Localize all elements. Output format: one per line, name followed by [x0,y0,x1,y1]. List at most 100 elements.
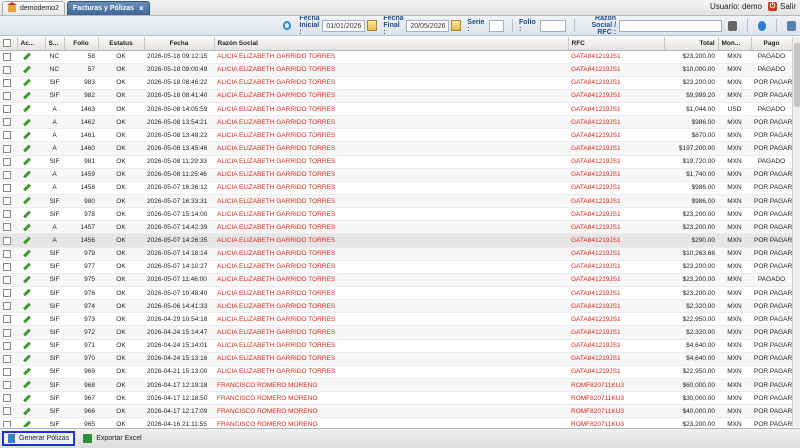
table-row[interactable]: A 1456 OK 2026-05-07 14:26:35 ALICIA ELIZABE… [0,233,792,248]
edit-pencil-icon[interactable] [17,391,45,406]
row-checkbox[interactable] [0,76,17,90]
edit-pencil-icon[interactable] [17,207,45,222]
column-header[interactable]: Ac... [17,37,46,51]
table-row[interactable]: SIF 967 OK 2026-04-17 12:18:50 FRANCISCO ROM… [0,391,792,406]
edit-pencil-icon[interactable] [17,299,45,314]
column-header[interactable]: Razón Social [214,37,569,51]
cell-rfc[interactable]: GATA841219JS1 [568,168,664,182]
cell-razon-social[interactable]: ALICIA ELIZABETH GARRIDO TORRES [214,89,568,104]
table-row[interactable]: SIF 976 OK 2026-05-07 10:48:40 ALICIA ELIZAB… [0,286,792,301]
folio-input[interactable] [540,19,567,32]
cell-rfc[interactable]: GATA841219JS1 [568,128,664,143]
row-checkbox[interactable] [0,273,17,288]
cell-razon-social[interactable]: ALICIA ELIZABETH GARRIDO TORRES [214,339,568,353]
row-checkbox[interactable] [0,247,17,261]
cell-rfc[interactable]: ROMF820711KU3 [568,391,664,406]
cell-rfc[interactable]: GATA841219JS1 [568,286,664,301]
edit-pencil-icon[interactable] [17,76,45,90]
cell-razon-social[interactable]: ALICIA ELIZABETH GARRIDO TORRES [214,115,568,130]
edit-pencil-icon[interactable] [17,378,45,393]
edit-pencil-icon[interactable] [17,115,45,130]
table-row[interactable]: SIF 971 OK 2026-04-24 15:14:01 ALICIA ELIZAB… [0,339,792,353]
cell-rfc[interactable]: GATA841219JS1 [568,352,664,366]
logout-icon[interactable]: ⏻ [767,2,777,11]
edit-pencil-icon[interactable] [17,339,45,353]
table-row[interactable]: SIF 968 OK 2026-04-17 12:19:18 FRANCISCO ROM… [0,378,792,393]
cell-razon-social[interactable]: ALICIA ELIZABETH GARRIDO TORRES [214,352,568,366]
cell-rfc[interactable]: GATA841219JS1 [568,115,664,130]
row-checkbox[interactable] [0,50,17,64]
cell-rfc[interactable]: GATA841219JS1 [568,155,664,169]
cell-rfc[interactable]: GATA841219JS1 [568,365,664,380]
table-row[interactable]: SIF 977 OK 2026-05-07 14:10:27 ALICIA ELIZAB… [0,260,792,274]
cell-razon-social[interactable]: ALICIA ELIZABETH GARRIDO TORRES [214,76,568,90]
cell-rfc[interactable]: GATA841219JS1 [568,141,664,156]
cell-razon-social[interactable]: FRANCISCO ROMERO MORENO [214,378,568,393]
edit-pencil-icon[interactable] [17,260,45,274]
table-row[interactable]: SIF 965 OK 2026-04-16 21:11:55 FRANCISCO ROM… [0,417,792,427]
row-checkbox[interactable] [0,312,17,327]
edit-pencil-icon[interactable] [17,128,45,143]
edit-pencil-icon[interactable] [17,417,45,427]
cell-rfc[interactable]: GATA841219JS1 [568,247,664,261]
column-header[interactable]: RFC [568,37,665,51]
cell-razon-social[interactable]: FRANCISCO ROMERO MORENO [214,404,568,419]
table-row[interactable]: A 1461 OK 2026-05-08 13:48:22 ALICIA ELIZABE… [0,128,792,143]
serie-input[interactable] [489,19,505,32]
fecha-final-input[interactable]: 20/05/2026 [406,19,450,32]
cell-razon-social[interactable]: ALICIA ELIZABETH GARRIDO TORRES [214,273,568,288]
cell-rfc[interactable]: GATA841219JS1 [568,207,664,222]
cell-razon-social[interactable]: ALICIA ELIZABETH GARRIDO TORRES [214,194,568,209]
cell-rfc[interactable]: ROMF820711KU3 [568,404,664,419]
cell-rfc[interactable]: ROMF820711KU3 [568,417,664,427]
cell-rfc[interactable]: GATA841219JS1 [568,50,664,64]
row-checkbox[interactable] [0,181,17,196]
row-checkbox[interactable] [0,115,17,130]
edit-pencil-icon[interactable] [17,247,45,261]
vertical-scrollbar[interactable] [792,37,800,427]
settings-icon[interactable] [787,20,796,31]
cell-razon-social[interactable]: ALICIA ELIZABETH GARRIDO TORRES [214,155,568,169]
table-row[interactable]: SIF 970 OK 2026-04-24 15:13:16 ALICIA ELIZAB… [0,352,792,366]
cell-razon-social[interactable]: ALICIA ELIZABETH GARRIDO TORRES [214,128,568,143]
cell-rfc[interactable]: GATA841219JS1 [568,312,664,327]
edit-pencil-icon[interactable] [17,365,45,380]
cell-rfc[interactable]: GATA841219JS1 [568,233,664,248]
cell-razon-social[interactable]: ALICIA ELIZABETH GARRIDO TORRES [214,102,568,117]
cell-razon-social[interactable]: ALICIA ELIZABETH GARRIDO TORRES [214,168,568,182]
column-header[interactable]: Mon... [718,37,752,51]
table-row[interactable]: SIF 972 OK 2026-04-24 15:14:47 ALICIA ELIZAB… [0,325,792,340]
table-row[interactable]: SIF 978 OK 2026-05-07 15:14:00 ALICIA ELIZAB… [0,207,792,222]
row-checkbox[interactable] [0,404,17,419]
calendar-icon[interactable] [451,20,462,31]
cell-rfc[interactable]: GATA841219JS1 [568,273,664,288]
cell-razon-social[interactable]: ALICIA ELIZABETH GARRIDO TORRES [214,325,568,340]
table-row[interactable]: A 1460 OK 2026-05-08 13:45:46 ALICIA ELIZABE… [0,141,792,156]
column-header[interactable]: S... [45,37,65,51]
row-checkbox[interactable] [0,128,17,143]
row-checkbox[interactable] [0,207,17,222]
fecha-inicial-input[interactable]: 01/01/2026 [322,19,366,32]
column-header[interactable]: Fecha [144,37,215,51]
cell-razon-social[interactable]: ALICIA ELIZABETH GARRIDO TORRES [214,141,568,156]
row-checkbox[interactable] [0,339,17,353]
edit-pencil-icon[interactable] [17,181,45,196]
table-row[interactable]: SIF 979 OK 2026-05-07 14:18:14 ALICIA ELIZAB… [0,247,792,261]
razon-social-input[interactable] [619,19,722,32]
cell-rfc[interactable]: GATA841219JS1 [568,299,664,314]
row-checkbox[interactable] [0,63,17,77]
edit-pencil-icon[interactable] [17,312,45,327]
column-header[interactable]: Total [664,37,719,51]
cell-razon-social[interactable]: ALICIA ELIZABETH GARRIDO TORRES [214,233,568,248]
edit-pencil-icon[interactable] [17,63,45,77]
row-checkbox[interactable] [0,233,17,248]
exportar-excel-button[interactable]: Exportar Excel [79,431,146,446]
table-row[interactable]: SIF 983 OK 2026-05-18 08:46:22 ALICIA ELIZAB… [0,76,792,90]
print-icon[interactable] [727,20,737,31]
row-checkbox[interactable] [0,260,17,274]
cell-rfc[interactable]: GATA841219JS1 [568,325,664,340]
edit-pencil-icon[interactable] [17,141,45,156]
cell-razon-social[interactable]: ALICIA ELIZABETH GARRIDO TORRES [214,181,568,196]
row-checkbox[interactable] [0,155,17,169]
cell-rfc[interactable]: ROMF820711KU3 [568,378,664,393]
